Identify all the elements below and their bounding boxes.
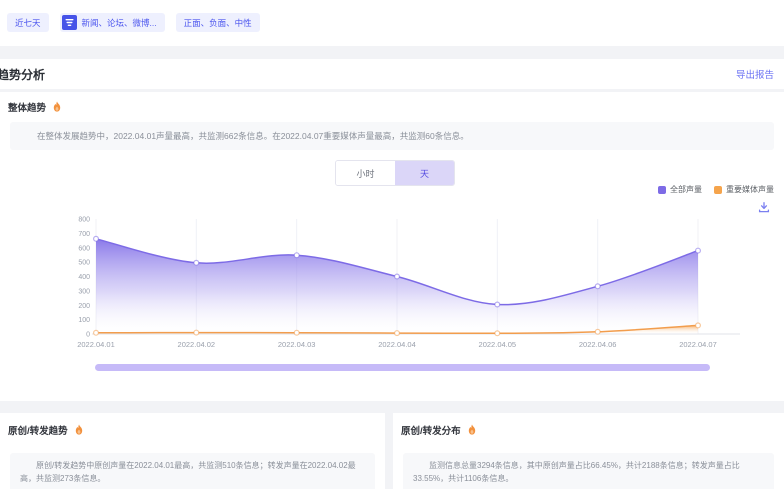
x-axis-label: 2022.04.03 bbox=[278, 340, 316, 349]
legend-label-media: 重要媒体声量 bbox=[726, 184, 774, 195]
x-axis-label: 2022.04.07 bbox=[679, 340, 717, 349]
legend-swatch-media bbox=[714, 186, 722, 194]
original-forward-trend-title-row: 原创/转发趋势 bbox=[8, 423, 85, 437]
overall-trend-title: 整体趋势 bbox=[8, 100, 46, 114]
original-forward-trend-summary: 原创/转发趋势中原创声量在2022.04.01最高，共监测510条信息；转发声量… bbox=[10, 453, 375, 489]
data-point-marker bbox=[595, 329, 600, 334]
data-point-marker bbox=[294, 330, 299, 335]
y-tick-label: 700 bbox=[78, 231, 90, 238]
filter-time-range[interactable]: 近七天 bbox=[7, 13, 49, 32]
bottom-row: 原创/转发趋势 原创/转发趋势中原创声量在2022.04.01最高，共监测510… bbox=[0, 413, 784, 489]
x-axis-label: 2022.04.06 bbox=[579, 340, 617, 349]
data-point-marker bbox=[395, 331, 400, 336]
trend-analysis-page: 近七天 新闻、论坛、微博... 正面、负面、中性 趋势分析 导出报告 bbox=[0, 0, 784, 489]
chart-zoom-scrollbar[interactable] bbox=[95, 364, 710, 371]
hot-flame-icon bbox=[73, 424, 85, 436]
original-forward-distribution-title: 原创/转发分布 bbox=[401, 423, 461, 437]
trend-area-chart[interactable]: 0 100 200 300 400 500 600 700 800 2022.04.01 2022.… bbox=[0, 195, 784, 360]
filter-sentiment-label: 正面、负面、中性 bbox=[184, 17, 252, 29]
data-point-marker bbox=[94, 236, 99, 241]
data-point-marker bbox=[194, 260, 199, 265]
data-point-marker bbox=[495, 302, 500, 307]
filters-bar: 近七天 新闻、论坛、微博... 正面、负面、中性 bbox=[0, 0, 784, 46]
x-axis-label: 2022.04.02 bbox=[178, 340, 216, 349]
original-forward-trend-title: 原创/转发趋势 bbox=[8, 423, 68, 437]
toggle-day-button[interactable]: 天 bbox=[395, 161, 454, 185]
x-axis-label: 2022.04.04 bbox=[378, 340, 416, 349]
hot-flame-icon bbox=[466, 424, 478, 436]
page-title: 趋势分析 bbox=[0, 66, 45, 83]
filter-sources[interactable]: 新闻、论坛、微博... bbox=[60, 13, 165, 32]
overall-summary: 在整体发展趋势中，2022.04.01声量最高，共监测662条信息。在2022.… bbox=[10, 122, 774, 150]
data-point-marker bbox=[395, 274, 400, 279]
data-point-marker bbox=[696, 323, 701, 328]
filter-pills: 近七天 新闻、论坛、微博... 正面、负面、中性 bbox=[7, 13, 260, 32]
filter-sentiment[interactable]: 正面、负面、中性 bbox=[176, 13, 260, 32]
y-tick-label: 400 bbox=[78, 274, 90, 281]
legend-item-media-volume[interactable]: 重要媒体声量 bbox=[714, 184, 774, 195]
original-forward-distribution-card: 原创/转发分布 监测信息总量3294条信息，其中原创声量占比66.45%，共计2… bbox=[393, 413, 784, 489]
data-point-marker bbox=[294, 253, 299, 258]
data-point-marker bbox=[94, 330, 99, 335]
media-source-icon bbox=[62, 15, 77, 30]
export-report-link[interactable]: 导出报告 bbox=[736, 67, 774, 81]
data-point-marker bbox=[696, 248, 701, 253]
original-forward-distribution-title-row: 原创/转发分布 bbox=[401, 423, 478, 437]
chart-legend: 全部声量 重要媒体声量 bbox=[658, 184, 774, 195]
filter-sources-label: 新闻、论坛、微博... bbox=[82, 17, 157, 29]
filter-time-range-label: 近七天 bbox=[15, 17, 41, 29]
y-tick-label: 600 bbox=[78, 245, 90, 252]
x-axis-label: 2022.04.05 bbox=[479, 340, 517, 349]
data-point-marker bbox=[495, 331, 500, 336]
y-tick-label: 200 bbox=[78, 303, 90, 310]
original-forward-trend-card: 原创/转发趋势 原创/转发趋势中原创声量在2022.04.01最高，共监测510… bbox=[0, 413, 385, 489]
y-tick-label: 300 bbox=[78, 288, 90, 295]
granularity-toggle: 小时 天 bbox=[335, 160, 455, 186]
data-point-marker bbox=[194, 330, 199, 335]
y-tick-label: 500 bbox=[78, 260, 90, 267]
header-bar: 趋势分析 导出报告 bbox=[0, 59, 784, 89]
legend-swatch-total bbox=[658, 186, 666, 194]
hot-flame-icon bbox=[51, 101, 63, 113]
y-tick-label: 800 bbox=[78, 217, 90, 224]
legend-label-total: 全部声量 bbox=[670, 184, 702, 195]
legend-item-total-volume[interactable]: 全部声量 bbox=[658, 184, 702, 195]
toggle-hour-button[interactable]: 小时 bbox=[336, 161, 395, 185]
y-tick-label: 0 bbox=[86, 332, 90, 339]
overall-trend-title-row: 整体趋势 bbox=[8, 100, 63, 114]
original-forward-distribution-summary: 监测信息总量3294条信息，其中原创声量占比66.45%，共计2188条信息；转… bbox=[403, 453, 774, 489]
y-tick-label: 100 bbox=[78, 317, 90, 324]
overall-trend-card: 整体趋势 在整体发展趋势中，2022.04.01声量最高，共监测662条信息。在… bbox=[0, 92, 784, 401]
data-point-marker bbox=[595, 284, 600, 289]
x-axis-label: 2022.04.01 bbox=[77, 340, 115, 349]
